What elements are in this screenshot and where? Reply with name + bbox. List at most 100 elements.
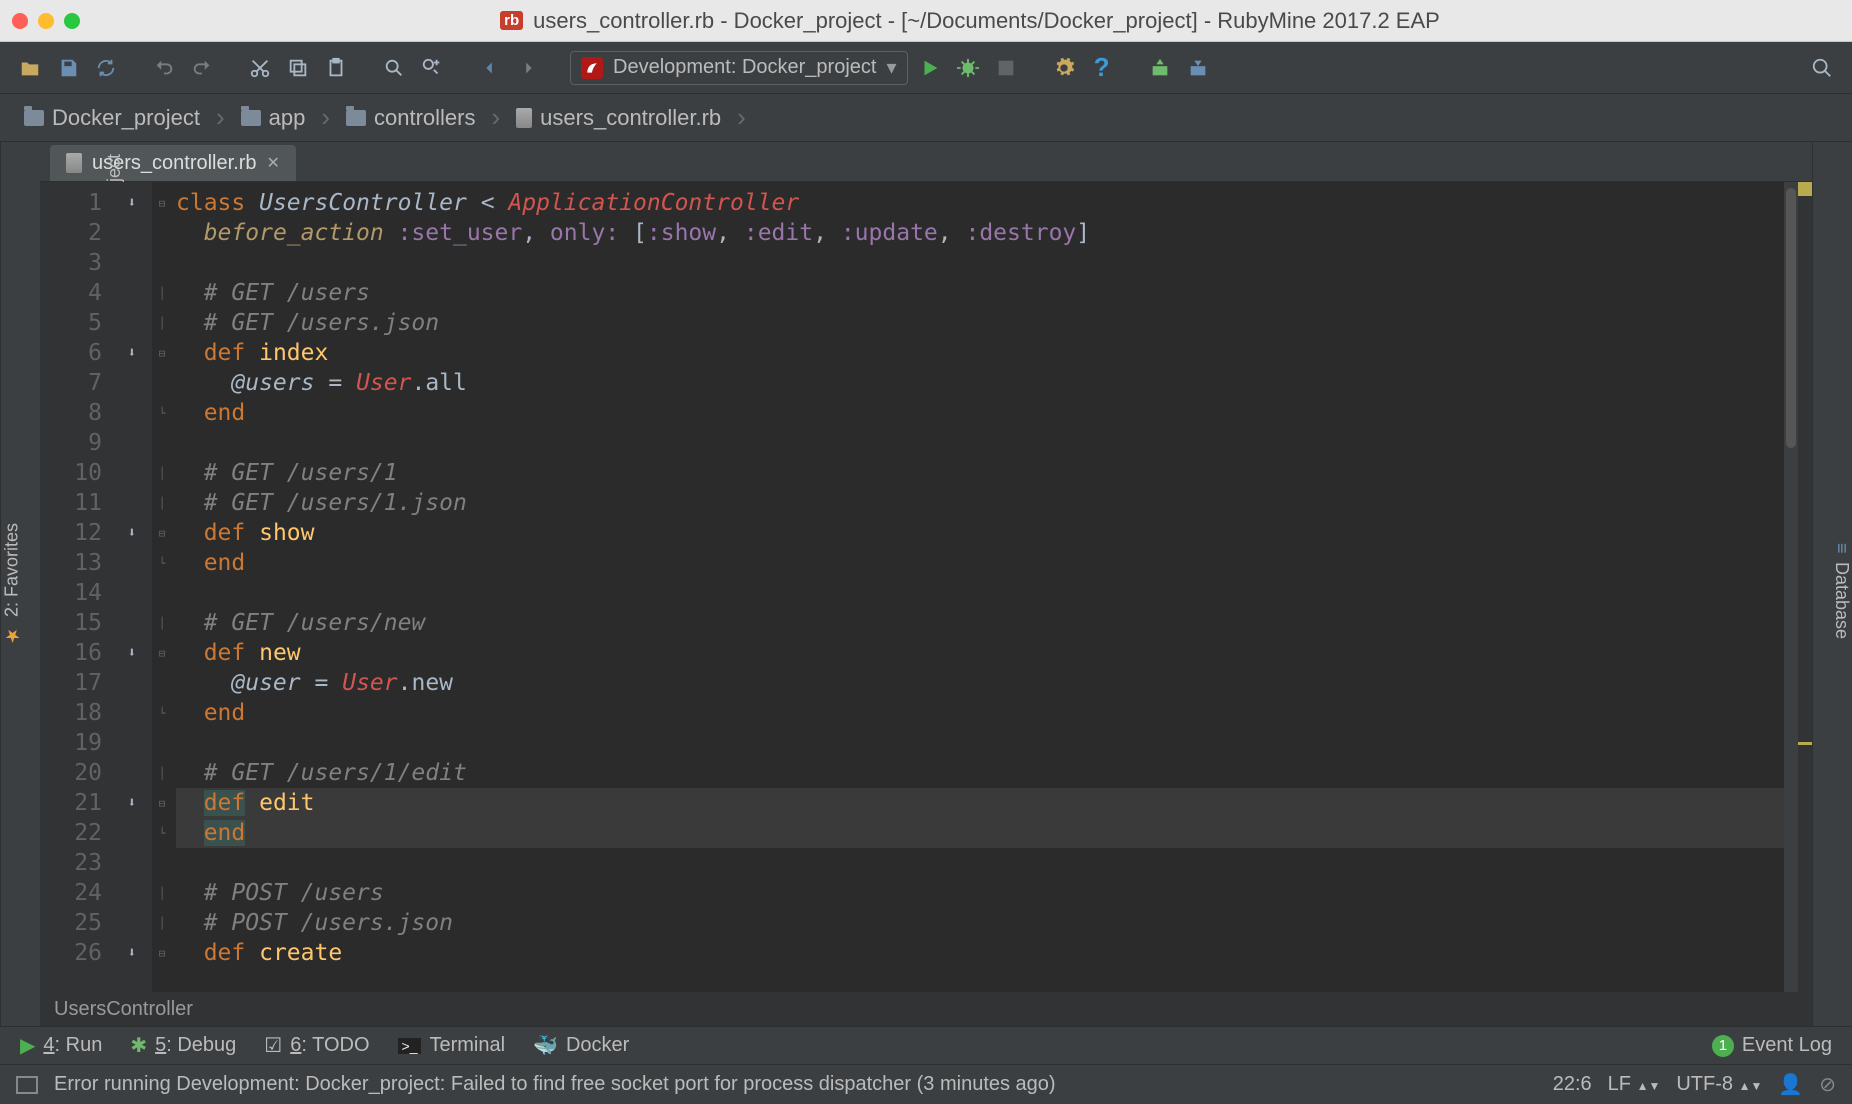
line-separator[interactable]: LF ▲▼ [1608, 1073, 1661, 1096]
status-message: Error running Development: Docker_projec… [54, 1073, 1056, 1096]
folder-icon [24, 110, 44, 126]
editor-tab[interactable]: users_controller.rb ✕ [50, 145, 296, 181]
editor-area: users_controller.rb ✕ 123456789101112131… [40, 142, 1812, 1026]
file-encoding[interactable]: UTF-8 ▲▼ [1676, 1073, 1762, 1096]
fold-end-icon[interactable]: └ [159, 407, 166, 420]
hector-icon[interactable]: 👤 [1778, 1072, 1803, 1097]
tool-windows-toggle-icon[interactable] [16, 1076, 38, 1094]
fold-guide-icon: │ [159, 887, 166, 900]
left-tool-stripe: ★2: Favorites 7: Structure 1: Project [0, 142, 40, 1026]
fold-minus-icon[interactable]: ⊟ [159, 947, 166, 960]
redo-icon[interactable] [186, 52, 218, 84]
breadcrumb-item[interactable]: app [231, 101, 316, 135]
download-icon[interactable] [1182, 52, 1214, 84]
undo-icon[interactable] [148, 52, 180, 84]
minimize-window-icon[interactable] [38, 13, 54, 29]
favorites-tool-tab[interactable]: ★2: Favorites [1, 522, 23, 645]
fold-end-icon[interactable]: └ [159, 707, 166, 720]
close-tab-icon[interactable]: ✕ [267, 153, 280, 173]
window-controls [12, 13, 80, 29]
copy-icon[interactable] [282, 52, 314, 84]
breadcrumb-item[interactable]: controllers [336, 101, 485, 135]
vertical-scrollbar[interactable] [1784, 182, 1798, 992]
notification-badge-icon: 1 [1712, 1035, 1734, 1057]
code-editor[interactable]: 1234567891011121314151617181920212223242… [40, 182, 1812, 992]
close-window-icon[interactable] [12, 13, 28, 29]
fold-guide-icon: │ [159, 617, 166, 630]
star-icon: ★ [1, 625, 23, 646]
fold-end-icon[interactable]: └ [159, 827, 166, 840]
inspection-indicator-icon[interactable] [1798, 182, 1812, 196]
cut-icon[interactable] [244, 52, 276, 84]
settings-icon[interactable] [1048, 52, 1080, 84]
fold-guide-icon: │ [159, 467, 166, 480]
scrollbar-thumb[interactable] [1786, 188, 1796, 448]
open-file-icon[interactable] [14, 52, 46, 84]
breakpoint-gutter[interactable]: ⬇ ⬇ ⬇ ⬇ ⬇ ⬇ [112, 182, 152, 992]
chevron-right-icon: › [210, 102, 231, 133]
fold-gutter[interactable]: ⊟││⊟└││⊟└│⊟└│⊟└││⊟ [152, 182, 172, 992]
chevron-right-icon: › [731, 102, 752, 133]
back-icon[interactable] [474, 52, 506, 84]
chevron-right-icon: › [486, 102, 507, 133]
terminal-tool-tab[interactable]: >_Terminal [398, 1034, 506, 1057]
docker-tool-tab[interactable]: 🐳Docker [533, 1033, 629, 1058]
find-icon[interactable] [378, 52, 410, 84]
notifications-icon[interactable]: ⊘ [1819, 1072, 1836, 1097]
warning-marker[interactable] [1798, 742, 1812, 745]
run-configuration-selector[interactable]: Development: Docker_project ▾ [570, 51, 908, 85]
debug-tool-tab[interactable]: ✱5: Debug [130, 1033, 236, 1058]
breadcrumb-item[interactable]: users_controller.rb [506, 101, 731, 135]
forward-icon[interactable] [512, 52, 544, 84]
replace-icon[interactable] [416, 52, 448, 84]
cursor-position[interactable]: 22:6 [1553, 1073, 1592, 1096]
navigation-breadcrumbs: Docker_project › app › controllers › use… [0, 94, 1852, 142]
fold-guide-icon: │ [159, 497, 166, 510]
database-tool-tab[interactable]: ≡ Database [1831, 543, 1852, 639]
error-stripe[interactable] [1798, 182, 1812, 992]
todo-tool-tab[interactable]: ☑6: TODO [264, 1033, 369, 1058]
fold-minus-icon[interactable]: ⊟ [159, 197, 166, 210]
fold-minus-icon[interactable]: ⊟ [159, 347, 166, 360]
zoom-window-icon[interactable] [64, 13, 80, 29]
debug-icon[interactable] [952, 52, 984, 84]
overrides-icon[interactable]: ⬇ [128, 525, 136, 541]
fold-minus-icon[interactable]: ⊟ [159, 797, 166, 810]
run-config-label: Development: Docker_project [613, 56, 876, 79]
bottom-tool-stripe: ▶4: Run ✱5: Debug ☑6: TODO >_Terminal 🐳D… [0, 1026, 1852, 1064]
status-bar: Error running Development: Docker_projec… [0, 1064, 1852, 1104]
fold-guide-icon: │ [159, 287, 166, 300]
run-tool-tab[interactable]: ▶4: Run [20, 1033, 102, 1058]
search-everywhere-icon[interactable] [1806, 52, 1838, 84]
deploy-icon[interactable] [1144, 52, 1176, 84]
window-titlebar: rb users_controller.rb - Docker_project … [0, 0, 1852, 42]
terminal-icon: >_ [398, 1038, 422, 1054]
run-icon[interactable] [914, 52, 946, 84]
overrides-icon[interactable]: ⬇ [128, 945, 136, 961]
fold-end-icon[interactable]: └ [159, 557, 166, 570]
editor-breadcrumb[interactable]: UsersController [40, 992, 1812, 1026]
overrides-icon[interactable]: ⬇ [128, 795, 136, 811]
line-number-gutter: 1234567891011121314151617181920212223242… [40, 182, 112, 992]
main-toolbar: Development: Docker_project ▾ ? [0, 42, 1852, 94]
fold-guide-icon: │ [159, 917, 166, 930]
save-all-icon[interactable] [52, 52, 84, 84]
folder-icon [346, 110, 366, 126]
bug-icon: ✱ [130, 1033, 147, 1058]
fold-minus-icon[interactable]: ⊟ [159, 527, 166, 540]
right-tool-stripe: ≡ Database [1812, 142, 1852, 1026]
sync-icon[interactable] [90, 52, 122, 84]
event-log-tab[interactable]: 1Event Log [1712, 1034, 1832, 1057]
breadcrumb-item[interactable]: Docker_project [14, 101, 210, 135]
code-content[interactable]: class UsersController < ApplicationContr… [172, 182, 1784, 992]
coverage-icon[interactable] [990, 52, 1022, 84]
folder-icon [241, 110, 261, 126]
fold-minus-icon[interactable]: ⊟ [159, 647, 166, 660]
ruby-file-icon: rb [500, 11, 523, 30]
help-icon[interactable]: ? [1086, 52, 1118, 84]
overrides-icon[interactable]: ⬇ [128, 345, 136, 361]
paste-icon[interactable] [320, 52, 352, 84]
overrides-icon[interactable]: ⬇ [128, 195, 136, 211]
fold-guide-icon: │ [159, 767, 166, 780]
overrides-icon[interactable]: ⬇ [128, 645, 136, 661]
